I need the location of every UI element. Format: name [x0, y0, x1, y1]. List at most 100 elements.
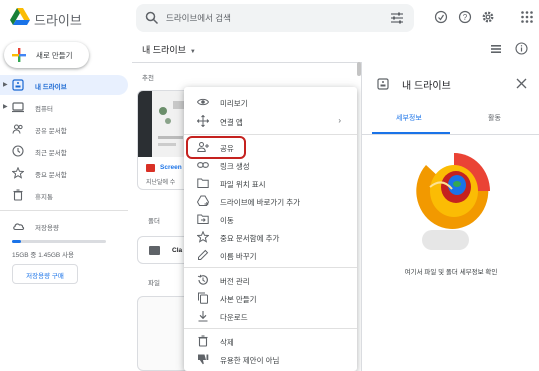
my-drive-icon	[377, 78, 389, 90]
trash-icon	[198, 335, 208, 347]
menu-item-label: 미리보기	[220, 99, 248, 108]
sidebar-item-label: 공유 문서함	[35, 128, 67, 135]
sidebar-item-shared[interactable]: 공유 문서함	[0, 119, 128, 139]
page-title-text: 내 드라이브	[142, 45, 186, 55]
app-title[interactable]: 드라이브	[34, 10, 82, 29]
image-file-icon	[146, 164, 155, 172]
shared-icon	[12, 124, 23, 134]
download-icon	[198, 311, 208, 322]
svg-text:?: ?	[463, 13, 468, 22]
sidebar-item-computers[interactable]: ▶ 컴퓨터	[0, 97, 128, 117]
blurred-placeholder	[422, 230, 469, 250]
history-icon	[197, 274, 208, 285]
sidebar-item-label: 중요 문서함	[35, 172, 67, 179]
storage-label[interactable]: 저장용량	[35, 222, 59, 232]
sidebar-item-recent[interactable]: 최근 문서함	[0, 141, 128, 161]
drive-logo-icon[interactable]	[10, 8, 30, 26]
expand-arrow-icon[interactable]: ▶	[3, 81, 8, 88]
menu-item-make-copy[interactable]: 사본 만들기	[184, 289, 357, 307]
buy-storage-button[interactable]: 저장용량 구매	[12, 264, 78, 284]
menu-item-show-file-location[interactable]: 파일 위치 표시	[184, 174, 357, 192]
new-button[interactable]: 새로 만들기	[4, 42, 89, 68]
section-folders: 폴더	[148, 218, 160, 225]
menu-item-open-with[interactable]: 연결 앱 ›	[184, 112, 357, 130]
thumb-down-icon	[198, 354, 209, 365]
menu-item-add-shortcut[interactable]: 드라이브에 바로가기 추가	[184, 192, 357, 210]
sidebar-item-trash[interactable]: 휴지통	[0, 185, 128, 205]
menu-item-label: 버전 관리	[220, 277, 250, 286]
close-icon[interactable]	[516, 78, 527, 89]
shortcut-icon	[197, 195, 209, 207]
menu-item-manage-versions[interactable]: 버전 관리	[184, 271, 357, 289]
link-icon	[197, 162, 209, 168]
tabs-divider	[362, 134, 539, 135]
menu-item-remove[interactable]: 삭제	[184, 332, 357, 350]
storage-bar	[12, 240, 106, 243]
offline-icon[interactable]	[434, 10, 448, 24]
tune-icon[interactable]	[390, 11, 404, 25]
info-icon[interactable]	[515, 42, 528, 55]
file-subtitle: 지난달에 수	[146, 180, 176, 186]
folder-move-icon	[197, 214, 209, 224]
menu-item-move[interactable]: 이동	[184, 210, 357, 228]
sidebar-item-label: 휴지통	[35, 194, 53, 201]
menu-divider	[184, 328, 357, 329]
chevron-right-icon: ›	[338, 116, 341, 125]
storage-bar-fill	[12, 240, 22, 243]
star-icon	[12, 167, 24, 179]
details-panel: 내 드라이브 세부정보 활동 여기서 파일 및 폴더 세부정보 확인	[361, 62, 539, 371]
sidebar-item-label: 내 드라이브	[35, 84, 67, 91]
menu-item-label: 드라이브에 바로가기 추가	[220, 198, 301, 207]
menu-divider	[184, 267, 357, 268]
menu-item-rename[interactable]: 이름 바꾸기	[184, 246, 357, 264]
section-files: 파일	[148, 280, 160, 287]
page-title[interactable]: 내 드라이브 ▼	[142, 43, 196, 56]
menu-item-not-helpful[interactable]: 유용한 제안이 아님	[184, 350, 357, 368]
folder-name: Cla	[172, 247, 183, 254]
sidebar-item-starred[interactable]: 중요 문서함	[0, 163, 128, 183]
menu-item-preview[interactable]: 미리보기	[184, 93, 357, 111]
menu-item-label: 이름 바꾸기	[220, 252, 257, 261]
search-bar[interactable]	[136, 4, 414, 32]
menu-item-label: 파일 위치 표시	[220, 180, 266, 189]
sidebar-item-label: 최근 문서함	[35, 150, 67, 157]
sidebar-item-my-drive[interactable]: ▶ 내 드라이브	[0, 75, 128, 95]
my-drive-icon	[12, 79, 24, 91]
clock-icon	[12, 145, 24, 157]
cloud-icon	[13, 223, 25, 231]
menu-item-add-to-starred[interactable]: 중요 문서함에 추가	[184, 228, 357, 246]
details-empty-text: 여기서 파일 및 폴더 세부정보 확인	[404, 269, 498, 276]
new-button-label: 새로 만들기	[36, 51, 73, 60]
copy-icon	[198, 292, 208, 304]
expand-arrow-icon[interactable]: ▶	[3, 103, 8, 110]
computer-icon	[12, 102, 24, 113]
apps-icon[interactable]	[520, 10, 534, 24]
folder-icon	[197, 178, 209, 188]
menu-item-download[interactable]: 다운로드	[184, 307, 357, 325]
context-menu: 미리보기 연결 앱 › 공유 링크 생성 파일 위치 표시 드라이브에 바로가기…	[184, 87, 357, 371]
search-input[interactable]	[166, 12, 376, 24]
move-icon	[197, 115, 209, 127]
details-panel-title: 내 드라이브	[402, 81, 451, 92]
share-highlight-box	[186, 136, 246, 159]
help-icon[interactable]: ?	[458, 10, 472, 24]
sidebar-divider	[0, 210, 128, 211]
tab-details[interactable]: 세부정보	[396, 113, 422, 123]
search-icon[interactable]	[145, 11, 159, 25]
folder-icon	[149, 246, 160, 255]
list-view-icon[interactable]	[490, 43, 502, 55]
plus-icon	[12, 48, 26, 62]
menu-divider	[184, 134, 357, 135]
top-bar: 드라이브 ?	[0, 0, 539, 36]
tab-activity[interactable]: 활동	[488, 113, 501, 123]
settings-icon[interactable]	[481, 10, 495, 24]
buy-storage-label: 저장용량 구매	[26, 273, 64, 280]
menu-item-label: 다운로드	[220, 313, 248, 322]
menu-item-label: 이동	[220, 216, 234, 225]
menu-item-label: 삭제	[220, 338, 234, 347]
menu-item-label: 유용한 제안이 아님	[220, 356, 280, 365]
pencil-icon	[198, 249, 209, 260]
eye-icon	[197, 98, 209, 106]
menu-item-label: 중요 문서함에 추가	[220, 234, 280, 243]
sidebar-item-label: 컴퓨터	[35, 106, 53, 113]
